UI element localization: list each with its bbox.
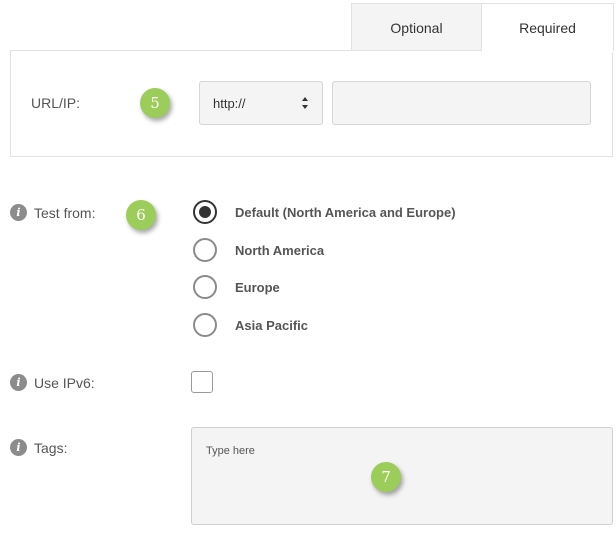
tab-required[interactable]: Required	[481, 3, 614, 51]
tags-label: Tags:	[34, 440, 68, 456]
ipv6-label: Use IPv6:	[34, 375, 95, 391]
step-badge-5: 5	[140, 88, 170, 118]
radio-north-america[interactable]	[193, 238, 217, 262]
ipv6-checkbox[interactable]	[191, 371, 213, 393]
protocol-select[interactable]: http://	[199, 81, 323, 125]
up-down-arrows-icon	[302, 97, 308, 109]
radio-default-label[interactable]: Default (North America and Europe)	[235, 205, 456, 220]
url-input[interactable]	[332, 81, 591, 125]
protocol-select-value: http://	[213, 95, 246, 111]
test-from-label: Test from:	[34, 205, 96, 221]
panel-tab-join	[482, 49, 613, 52]
radio-north-america-label[interactable]: North America	[235, 243, 324, 258]
radio-default[interactable]	[193, 200, 217, 224]
radio-europe-label[interactable]: Europe	[235, 280, 280, 295]
tab-required-label: Required	[519, 19, 576, 36]
tab-optional[interactable]: Optional	[351, 3, 481, 51]
step-badge-6: 6	[126, 200, 156, 230]
info-icon: i	[10, 439, 27, 456]
tab-optional-label: Optional	[390, 19, 443, 36]
tags-textarea[interactable]	[191, 427, 613, 525]
info-icon: i	[10, 204, 27, 221]
radio-asia-pacific[interactable]	[193, 313, 217, 337]
info-icon: i	[10, 374, 27, 391]
url-label: URL/IP:	[31, 95, 81, 111]
tags-placeholder: Type here	[206, 445, 255, 457]
radio-asia-pacific-label[interactable]: Asia Pacific	[235, 318, 308, 333]
radio-europe[interactable]	[193, 275, 217, 299]
step-badge-7: 7	[371, 462, 401, 492]
